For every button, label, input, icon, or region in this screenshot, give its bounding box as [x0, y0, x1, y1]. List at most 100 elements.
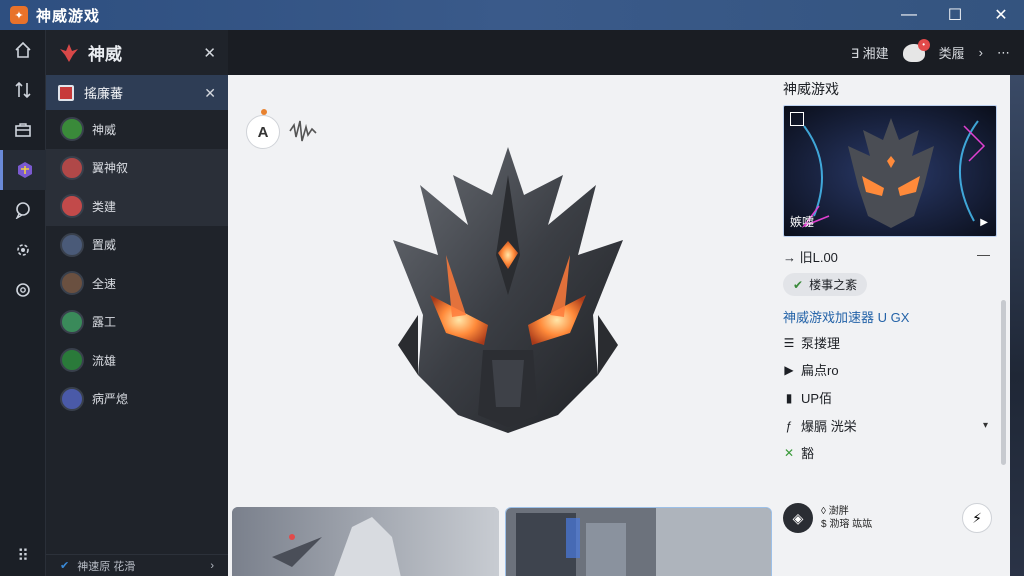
wave-logo-icon	[289, 120, 317, 142]
detail-row[interactable]: ƒ 爆膈 洸栄	[783, 416, 857, 435]
bolt-icon: ⚡	[972, 509, 982, 526]
game-list-label: 翼神叙	[92, 161, 129, 176]
badge-dot	[261, 109, 267, 115]
accelerator-link[interactable]: 神威游戏加速器 U GX	[783, 307, 909, 326]
detail-row[interactable]: ▮ UP佰	[783, 388, 832, 407]
thumbnail-2[interactable]	[505, 507, 772, 576]
gear-alt-icon	[17, 244, 29, 256]
detail-row-label: 泵搂理	[801, 336, 841, 351]
rail-sort-icon[interactable]	[0, 70, 46, 110]
minimize-button[interactable]: —	[886, 0, 932, 30]
app-window: ✦ 神威游戏 — ☐ ✕ ∃ 湘建 • 类履 › ⋯ ⠿ 神威 ✕ 搖廉蕃 ✕ …	[0, 0, 1024, 576]
check-icon: ✔	[793, 277, 804, 292]
icon-rail: ⠿	[0, 30, 46, 576]
feature-tag[interactable]: ✔ 楼事之紊	[783, 273, 868, 296]
detail-row-icon: ▮	[785, 390, 793, 405]
detail-row[interactable]: ✕ 豁	[783, 443, 814, 462]
subheader-close-icon[interactable]: ✕	[204, 85, 216, 102]
game-list-label: 置威	[92, 238, 117, 253]
game-list-item[interactable]: 置威	[46, 226, 228, 265]
category-icon	[58, 84, 74, 101]
game-list-item[interactable]: 病严熄	[46, 380, 228, 419]
maximize-button[interactable]: ☐	[932, 0, 978, 30]
grid-icon: ⠿	[17, 548, 29, 565]
detail-row-label: UP佰	[801, 391, 833, 406]
rail-home-icon[interactable]	[0, 30, 46, 70]
header-label-2[interactable]: 类履	[939, 43, 965, 62]
rail-chat-icon[interactable]	[0, 190, 46, 230]
game-list-label: 病严熄	[92, 392, 129, 407]
game-list-item[interactable]: 翼神叙	[46, 148, 228, 187]
panel-subheader[interactable]: 搖廉蕃 ✕	[46, 75, 228, 110]
detail-row-label: 豁	[801, 446, 815, 461]
detail-row-label: 扁点ro	[801, 363, 839, 378]
brand-badge[interactable]: A	[246, 115, 280, 149]
rail-game-icon[interactable]	[0, 150, 46, 190]
game-list: 神威翼神叙类建置威全速露工流雄病严熄	[46, 110, 228, 418]
thumbnail-image-1	[232, 507, 499, 576]
panel-close-icon[interactable]: ✕	[203, 44, 216, 62]
game-list-label: 露工	[92, 315, 117, 330]
game-list-label: 神威	[92, 122, 117, 137]
play-icon[interactable]: ▶	[980, 217, 988, 228]
sort-icon	[15, 81, 31, 99]
game-list-item[interactable]: 神威	[46, 110, 228, 149]
notification-icon[interactable]: •	[902, 38, 930, 62]
app-logo-icon: ✦	[10, 6, 28, 24]
sidebar-panel: 神威 ✕ 搖廉蕃 ✕ 神威翼神叙类建置威全速露工流雄病严熄 ✔ 神速原 花滑 ›	[46, 30, 228, 576]
collapse-icon[interactable]: —	[977, 247, 990, 262]
rail-grid-icon[interactable]: ⠿	[0, 536, 46, 576]
game-icon	[17, 162, 32, 178]
game-list-item[interactable]: 流雄	[46, 341, 228, 380]
header-actions: ∃ 湘建 • 类履 › ⋯	[851, 30, 1010, 75]
publisher-footer[interactable]: ◈ ◊ 澍胖 $ 泐瑢 竑竑	[783, 503, 872, 533]
detail-row-icon: ☰	[783, 335, 795, 350]
panel-footer[interactable]: ✔ 神速原 花滑 ›	[46, 554, 228, 576]
hero-artwork	[784, 106, 996, 236]
game-avatar-icon	[60, 155, 84, 180]
background-edge	[1010, 75, 1024, 576]
home-icon	[15, 41, 31, 58]
game-avatar-icon	[60, 386, 84, 411]
dropdown-chevron-icon[interactable]: ▾	[983, 420, 988, 431]
publisher-line-2: $ 泐瑢 竑竑	[821, 519, 873, 530]
more-icon[interactable]: ⋯	[997, 45, 1010, 61]
header-label-1[interactable]: ∃ 湘建	[851, 43, 889, 62]
publisher-avatar: ◈	[783, 503, 813, 533]
close-button[interactable]: ✕	[978, 0, 1024, 30]
game-avatar-icon	[60, 271, 84, 296]
detail-scrollbar[interactable]	[1001, 300, 1006, 465]
detail-row[interactable]: ☰ 泵搂理	[783, 333, 840, 352]
settings-icon	[16, 283, 30, 297]
main-content: A	[228, 75, 773, 576]
hero-image[interactable]: 嫉嚏 ▶	[783, 105, 997, 237]
thumbnail-image-2	[506, 508, 771, 576]
rail-gear-alt-icon[interactable]	[0, 230, 46, 270]
rail-settings-icon[interactable]	[0, 270, 46, 310]
hero-caption: 嫉嚏	[790, 215, 815, 229]
chat-icon	[15, 202, 30, 219]
notification-badge: •	[917, 38, 930, 51]
detail-row-label: 爆膈 洸栄	[801, 419, 857, 434]
hero-corner-icon	[790, 112, 804, 126]
briefcase-icon	[15, 123, 31, 137]
detail-row-icon: ✕	[783, 445, 795, 460]
game-list-item[interactable]: 类建	[46, 187, 228, 226]
chevron-right-icon[interactable]: ›	[979, 45, 983, 60]
game-list-item[interactable]: 全速	[46, 264, 228, 303]
rail-briefcase-icon[interactable]	[0, 110, 46, 150]
game-list-item[interactable]: 露工	[46, 303, 228, 342]
detail-row-icon: ▶	[784, 362, 794, 377]
feature-tag-label: 楼事之紊	[809, 278, 858, 292]
publisher-line-1: ◊ 澍胖	[821, 506, 849, 517]
price-text: → 旧L.00	[783, 250, 838, 265]
footer-chevron-icon: ›	[210, 559, 214, 572]
game-list-label: 全速	[92, 276, 117, 291]
detail-row[interactable]: ▶ 扁点ro	[783, 360, 839, 379]
thumbnail-1[interactable]	[232, 507, 499, 576]
panel-title: 神威	[88, 45, 122, 64]
boost-button[interactable]: ⚡	[962, 503, 992, 533]
detail-panel: 神威游戏 嫉嚏 ▶ → 旧L.00 — ✔ 楼事之紊 神威游戏加速器 U GX …	[773, 75, 1010, 576]
app-title: 神威游戏	[36, 7, 101, 25]
screenshot-thumbnails	[232, 507, 772, 576]
